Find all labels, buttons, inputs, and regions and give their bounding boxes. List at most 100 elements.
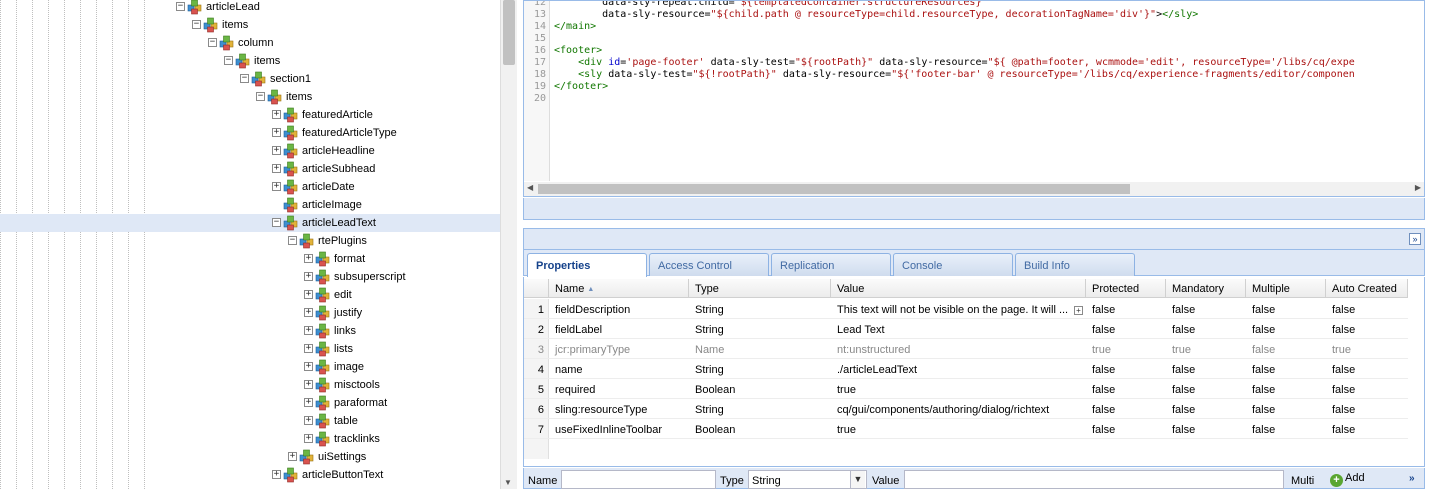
cell-value[interactable]: true — [831, 379, 1086, 399]
collapse-icon[interactable]: − — [208, 38, 217, 47]
cell-mandatory[interactable]: false — [1166, 419, 1246, 439]
expand-icon[interactable]: + — [272, 182, 281, 191]
cell-auto[interactable]: false — [1326, 419, 1408, 439]
code-line[interactable]: <div id='page-footer' data-sly-test="${r… — [554, 57, 1355, 69]
cell-value[interactable]: true — [831, 419, 1086, 439]
cell-type[interactable]: String — [689, 299, 831, 319]
expand-icon[interactable]: + — [304, 308, 313, 317]
tree-node[interactable]: − items — [0, 16, 500, 34]
cell-auto[interactable]: false — [1326, 359, 1408, 379]
expand-icon[interactable]: + — [304, 326, 313, 335]
cell-value[interactable]: ./articleLeadText — [831, 359, 1086, 379]
tab-properties[interactable]: Properties — [527, 253, 647, 277]
tab-build-info[interactable]: Build Info — [1015, 253, 1135, 276]
collapse-icon[interactable]: − — [176, 2, 185, 11]
tree-node[interactable]: + misctools — [0, 376, 500, 394]
cell-name[interactable]: name — [549, 359, 689, 379]
tree-node[interactable]: − items — [0, 88, 500, 106]
collapse-icon[interactable]: − — [256, 92, 265, 101]
code-line[interactable]: </main> — [554, 21, 596, 33]
cell-mandatory[interactable]: false — [1166, 359, 1246, 379]
tree-node[interactable]: + uiSettings — [0, 448, 500, 466]
tree-vertical-scrollbar[interactable]: ▼ — [500, 0, 517, 489]
expand-icon[interactable]: + — [272, 164, 281, 173]
column-header-mandatory[interactable]: Mandatory — [1166, 279, 1246, 298]
code-line[interactable]: data-sly-repeat.child="${templatedContai… — [554, 1, 987, 9]
cell-auto[interactable]: false — [1326, 319, 1408, 339]
table-row[interactable]: 3 jcr:primaryType Name nt:unstructured true t… — [524, 339, 1408, 359]
expand-icon[interactable]: + — [304, 344, 313, 353]
cell-type[interactable]: Name — [689, 339, 831, 359]
tab-access-control[interactable]: Access Control — [649, 253, 769, 276]
scroll-down-icon[interactable]: ▼ — [504, 478, 512, 487]
table-row[interactable]: 6 sling:resourceType String cq/gui/componen… — [524, 399, 1408, 419]
tree-node[interactable]: + featuredArticle — [0, 106, 500, 124]
column-header-auto-created[interactable]: Auto Created — [1326, 279, 1408, 298]
tree-node[interactable]: + image — [0, 358, 500, 376]
cell-type[interactable]: String — [689, 399, 831, 419]
collapse-icon[interactable]: − — [272, 218, 281, 227]
cell-mandatory[interactable]: false — [1166, 299, 1246, 319]
cell-name[interactable]: useFixedInlineToolbar — [549, 419, 689, 439]
expand-icon[interactable]: + — [304, 434, 313, 443]
cell-type[interactable]: Boolean — [689, 379, 831, 399]
table-row[interactable]: 7 useFixedInlineToolbar Boolean true false fa… — [524, 419, 1408, 439]
cell-mandatory[interactable]: false — [1166, 319, 1246, 339]
tree-node[interactable]: + justify — [0, 304, 500, 322]
scroll-left-icon[interactable]: ◀ — [527, 183, 533, 192]
property-value-input[interactable] — [904, 470, 1284, 489]
cell-protected[interactable]: false — [1086, 419, 1166, 439]
cell-name[interactable]: sling:resourceType — [549, 399, 689, 419]
editor-horizontal-scrollbar[interactable]: ◀ ▶ — [524, 182, 1424, 196]
cell-multiple[interactable]: false — [1246, 379, 1326, 399]
cell-multiple[interactable]: false — [1246, 399, 1326, 419]
expand-icon[interactable]: + — [288, 452, 297, 461]
tree-node[interactable]: + format — [0, 250, 500, 268]
cell-multiple[interactable]: false — [1246, 339, 1326, 359]
expand-icon[interactable]: + — [304, 290, 313, 299]
tree-node[interactable]: + table — [0, 412, 500, 430]
tree-node[interactable]: articleImage — [0, 196, 500, 214]
tree-node[interactable]: + articleDate — [0, 178, 500, 196]
table-row[interactable]: 4 name String ./articleLeadText false false fa… — [524, 359, 1408, 379]
tree-node[interactable]: − items — [0, 52, 500, 70]
tab-console[interactable]: Console — [893, 253, 1013, 276]
cell-value[interactable]: This text will not be visible on the pag… — [831, 299, 1086, 319]
cell-name[interactable]: fieldLabel — [549, 319, 689, 339]
cell-multiple[interactable]: false — [1246, 319, 1326, 339]
expand-icon[interactable]: + — [304, 254, 313, 263]
table-row[interactable]: 5 required Boolean true false false false false — [524, 379, 1408, 399]
scrollbar-thumb[interactable] — [503, 0, 515, 65]
cell-name[interactable]: jcr:primaryType — [549, 339, 689, 359]
cell-multiple[interactable]: false — [1246, 359, 1326, 379]
cell-auto[interactable]: false — [1326, 379, 1408, 399]
cell-name[interactable]: required — [549, 379, 689, 399]
collapse-icon[interactable]: − — [240, 74, 249, 83]
collapse-icon[interactable]: − — [288, 236, 297, 245]
collapse-icon[interactable]: − — [224, 56, 233, 65]
expand-icon[interactable]: + — [304, 362, 313, 371]
tree-node[interactable]: + tracklinks — [0, 430, 500, 448]
cell-value[interactable]: Lead Text — [831, 319, 1086, 339]
column-header-protected[interactable]: Protected — [1086, 279, 1166, 298]
cell-type[interactable]: Boolean — [689, 419, 831, 439]
tree-node[interactable]: + articleSubhead — [0, 160, 500, 178]
cell-auto[interactable]: false — [1326, 299, 1408, 319]
expand-icon[interactable]: + — [272, 146, 281, 155]
tree-node[interactable]: + paraformat — [0, 394, 500, 412]
tree-node[interactable]: − rtePlugins — [0, 232, 500, 250]
cell-mandatory[interactable]: false — [1166, 399, 1246, 419]
cell-type[interactable]: String — [689, 359, 831, 379]
collapse-panel-icon[interactable]: » — [1409, 233, 1421, 245]
cell-protected[interactable]: false — [1086, 299, 1166, 319]
cell-name[interactable]: fieldDescription — [549, 299, 689, 319]
code-line[interactable]: <footer> — [554, 45, 602, 57]
scroll-right-icon[interactable]: ▶ — [1415, 183, 1421, 192]
tree-node[interactable]: + articleButtonText — [0, 466, 500, 484]
tree-node[interactable]: + featuredArticleType — [0, 124, 500, 142]
expand-value-icon[interactable]: + — [1074, 306, 1083, 315]
scrollbar-thumb[interactable] — [538, 184, 1130, 194]
expand-icon[interactable]: + — [272, 470, 281, 479]
cell-value[interactable]: cq/gui/components/authoring/dialog/richt… — [831, 399, 1086, 419]
cell-multiple[interactable]: false — [1246, 419, 1326, 439]
